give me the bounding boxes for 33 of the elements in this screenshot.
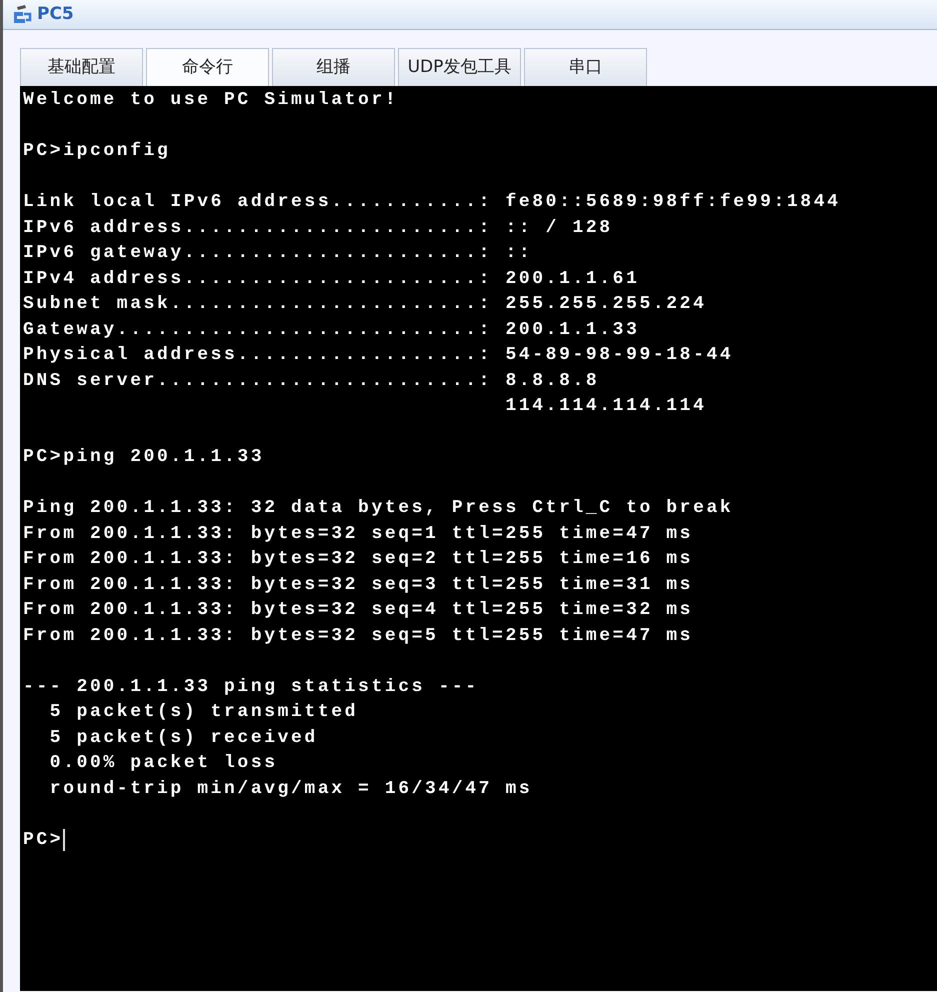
terminal-line: Subnet mask.......................: 255.255.255.224	[23, 293, 708, 316]
tab[interactable]: 组播	[272, 48, 395, 86]
window-title: PC5	[37, 2, 74, 26]
terminal-line: DNS server........................: 8.8.8.8	[23, 370, 600, 392]
prompt-text: PC>	[23, 828, 64, 852]
terminal-line: 5 packet(s) received	[48, 726, 319, 750]
network-icon	[11, 4, 33, 26]
terminal-line: Ping 200.1.1.33: 32 data bytes, Press Ctrl_C to break	[23, 497, 734, 520]
tab[interactable]: 命令行	[146, 48, 269, 86]
terminal-line: IPv6 gateway......................: ::	[23, 242, 534, 265]
terminal-line: IPv4 address......................: 200.1.1.61	[23, 268, 640, 290]
terminal-panel[interactable]	[20, 86, 937, 991]
terminal-line: 5 packet(s) transmitted	[48, 701, 360, 724]
terminal-line: Gateway...........................: 200.1.1.33	[23, 318, 640, 342]
terminal-line: From 200.1.1.33: bytes=32 seq=3 ttl=255 time=31 ms	[23, 574, 694, 596]
tab[interactable]: 基础配置	[20, 48, 143, 86]
tab[interactable]: UDP发包工具	[398, 48, 521, 86]
terminal-line: From 200.1.1.33: bytes=32 seq=5 ttl=255 time=47 ms	[23, 624, 694, 648]
terminal-line: Physical address..................: 54-89-98-99-18-44	[23, 344, 734, 367]
terminal-line: round-trip min/avg/max = 16/34/47 ms	[48, 778, 534, 800]
terminal-line: From 200.1.1.33: bytes=32 seq=4 ttl=255 time=32 ms	[23, 599, 694, 622]
terminal-line: PC>ping 200.1.1.33	[23, 446, 266, 469]
terminal-line: PC>ipconfig	[23, 140, 172, 163]
terminal-line: --- 200.1.1.33 ping statistics ---	[23, 676, 480, 698]
tab[interactable]: 串口	[524, 48, 647, 86]
terminal-line: 0.00% packet loss	[48, 752, 279, 775]
terminal-line: IPv6 address......................: :: / 128	[23, 216, 614, 240]
terminal-line: Welcome to use PC Simulator!	[23, 89, 400, 112]
terminal-line: 114.114.114.114	[504, 395, 708, 418]
terminal-line: Link local IPv6 address...........: fe80::5689:98ff:fe99:1844	[23, 191, 842, 214]
terminal-line: From 200.1.1.33: bytes=32 seq=2 ttl=255 time=16 ms	[23, 548, 694, 571]
terminal-line: From 200.1.1.33: bytes=32 seq=1 ttl=255 time=47 ms	[23, 522, 694, 546]
text-cursor	[63, 829, 66, 852]
